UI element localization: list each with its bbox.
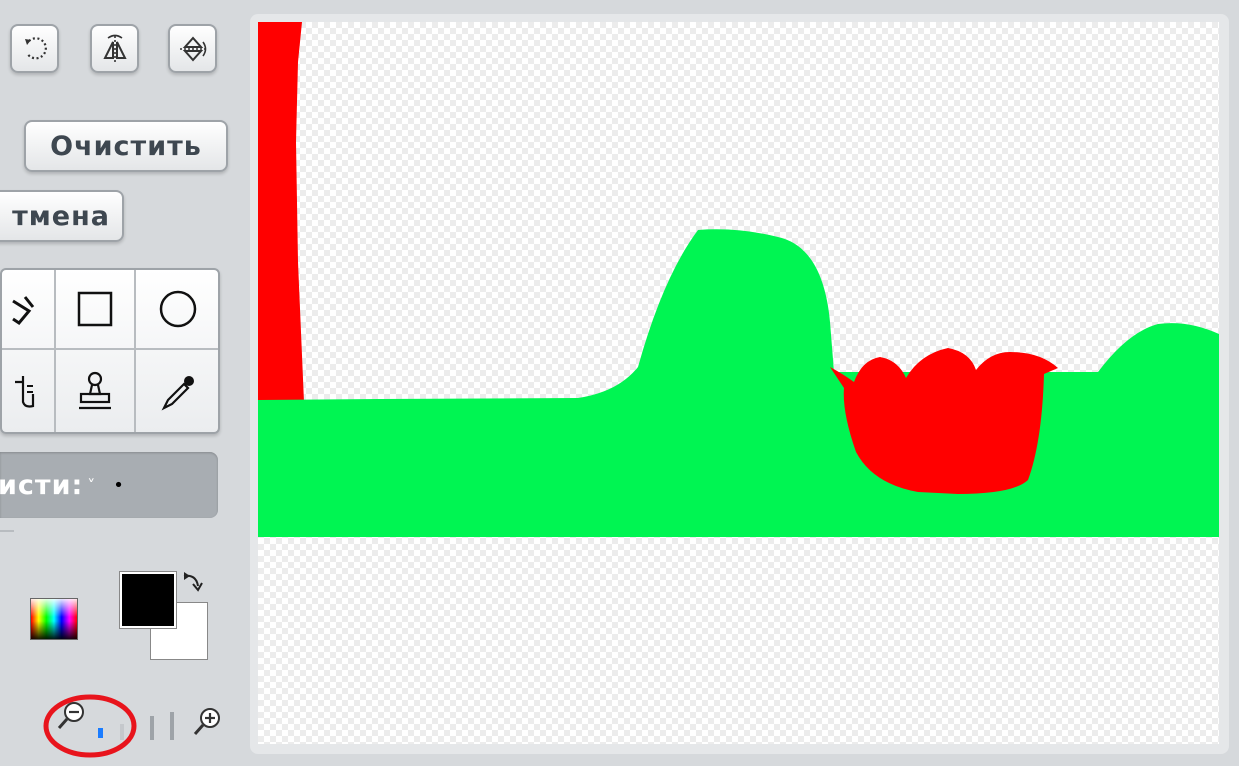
fill-icon — [12, 296, 35, 325]
zoom-in-icon[interactable] — [192, 706, 224, 738]
brush-size-bar[interactable]: исти: ˅ • — [0, 452, 218, 518]
divider — [0, 530, 14, 532]
zoom-level-3[interactable] — [150, 716, 154, 740]
tools-grid — [0, 268, 220, 434]
zoom-level-4[interactable] — [170, 712, 174, 740]
flip-horizontal-button[interactable] — [90, 24, 139, 73]
stamp-tool[interactable] — [56, 350, 134, 432]
select-icon — [15, 376, 35, 408]
drawing-layer — [258, 22, 1219, 538]
select-tool[interactable] — [2, 350, 54, 432]
swap-arrow-icon[interactable] — [180, 570, 206, 594]
color-palette-icon[interactable] — [30, 598, 78, 640]
primary-color-swatch[interactable] — [120, 572, 176, 628]
ellipse-icon — [159, 290, 197, 328]
flip-vertical-icon — [179, 35, 206, 62]
rotate-ccw-icon — [24, 36, 47, 59]
rectangle-tool[interactable] — [56, 270, 134, 348]
ellipse-tool[interactable] — [136, 270, 218, 348]
rotate-button[interactable] — [10, 24, 59, 73]
flip-horizontal-icon — [102, 34, 127, 62]
brush-size-chevron-icon[interactable]: ˅ — [87, 476, 95, 495]
undo-button[interactable]: тмена — [0, 190, 124, 242]
clear-button[interactable]: Очистить — [24, 120, 228, 172]
eyedropper-tool[interactable] — [136, 350, 218, 432]
green-ground-shape — [258, 229, 1219, 538]
annotation-circle — [43, 694, 137, 758]
brush-size-preview: • — [113, 474, 124, 496]
brush-size-label: исти: — [0, 469, 84, 501]
fill-tool[interactable] — [2, 270, 54, 348]
eyedropper-icon — [161, 376, 194, 411]
rectangle-icon — [77, 291, 113, 327]
stamp-icon — [79, 371, 111, 410]
flip-vertical-button[interactable] — [168, 24, 217, 73]
drawing-canvas[interactable] — [258, 22, 1219, 744]
red-wall-shape — [258, 22, 304, 402]
paint-editor-sidebar: Очистить тмена исти: ˅ • — [0, 0, 246, 766]
